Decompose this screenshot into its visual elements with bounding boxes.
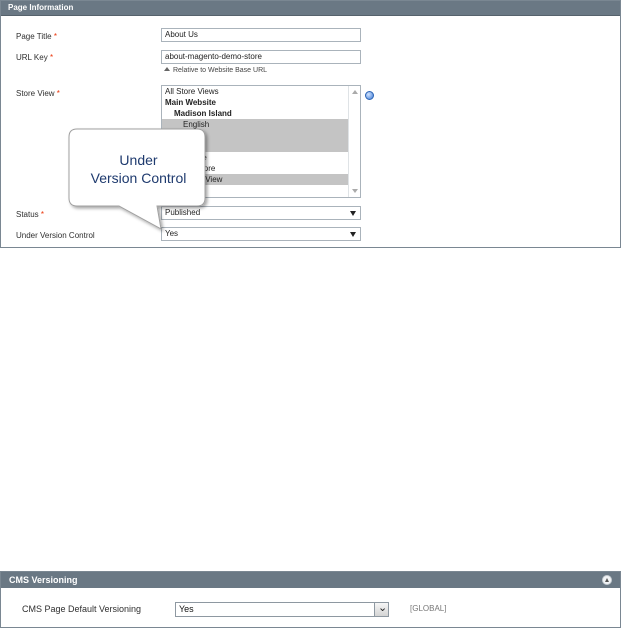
version-control-select[interactable]: Yes bbox=[161, 227, 361, 241]
store-view-label: Store View * bbox=[16, 89, 60, 98]
status-select[interactable]: Published bbox=[161, 206, 361, 220]
collapse-icon[interactable] bbox=[602, 575, 612, 585]
required-mark: * bbox=[40, 210, 45, 219]
default-versioning-label: CMS Page Default Versioning bbox=[22, 604, 142, 614]
page-information-panel: Page Information Page Title * About Us U… bbox=[0, 0, 621, 248]
panel-header: Page Information bbox=[1, 1, 620, 16]
required-mark: * bbox=[53, 32, 57, 41]
listbox-scrollbar[interactable] bbox=[348, 86, 360, 197]
page-title-input[interactable]: About Us bbox=[161, 28, 361, 42]
store-view-option[interactable]: Madison Island bbox=[162, 108, 360, 119]
status-select-value: Published bbox=[165, 208, 201, 217]
cms-versioning-panel: CMS Versioning CMS Page Default Versioni… bbox=[0, 571, 621, 628]
page-title-label-text: Page Title bbox=[16, 32, 52, 41]
store-view-option[interactable]: All Store Views bbox=[162, 86, 360, 97]
scroll-up-icon[interactable] bbox=[352, 90, 358, 94]
default-versioning-value: Yes bbox=[179, 604, 194, 614]
url-key-note-text: Relative to Website Base URL bbox=[173, 67, 268, 74]
status-label: Status * bbox=[16, 210, 44, 219]
store-view-option[interactable]: English bbox=[162, 119, 360, 130]
chevron-down-icon bbox=[350, 211, 356, 216]
status-label-text: Status bbox=[16, 210, 39, 219]
required-mark: * bbox=[49, 53, 54, 62]
help-icon[interactable] bbox=[365, 91, 374, 100]
panel-header: CMS Versioning bbox=[1, 572, 620, 588]
required-mark: * bbox=[56, 89, 60, 98]
url-key-input[interactable]: about-magento-demo-store bbox=[161, 50, 361, 64]
dropdown-button[interactable]: ⌄ bbox=[374, 603, 388, 616]
callout-line-2: Version Control bbox=[90, 170, 187, 186]
url-key-note: Relative to Website Base URL bbox=[164, 67, 267, 74]
store-view-label-text: Store View bbox=[16, 89, 55, 98]
scroll-down-icon[interactable] bbox=[352, 189, 358, 193]
cms-versioning-title: CMS Versioning bbox=[9, 575, 78, 585]
triangle-up-icon bbox=[164, 67, 170, 71]
chevron-down-icon: ⌄ bbox=[378, 602, 388, 614]
page-title-label: Page Title * bbox=[16, 32, 57, 41]
store-view-option[interactable]: Main Website bbox=[162, 97, 360, 108]
url-key-label-text: URL Key bbox=[16, 53, 48, 62]
callout-text: Under Version Control bbox=[71, 151, 206, 187]
callout-line-1: Under bbox=[119, 152, 158, 168]
chevron-down-icon bbox=[350, 232, 356, 237]
store-view-option[interactable] bbox=[162, 130, 360, 141]
version-control-select-value: Yes bbox=[165, 229, 179, 238]
url-key-label: URL Key * bbox=[16, 53, 53, 62]
default-versioning-select[interactable]: Yes ⌄ bbox=[175, 602, 389, 617]
version-control-label: Under Version Control bbox=[16, 231, 95, 240]
scope-label: [GLOBAL] bbox=[410, 604, 447, 613]
